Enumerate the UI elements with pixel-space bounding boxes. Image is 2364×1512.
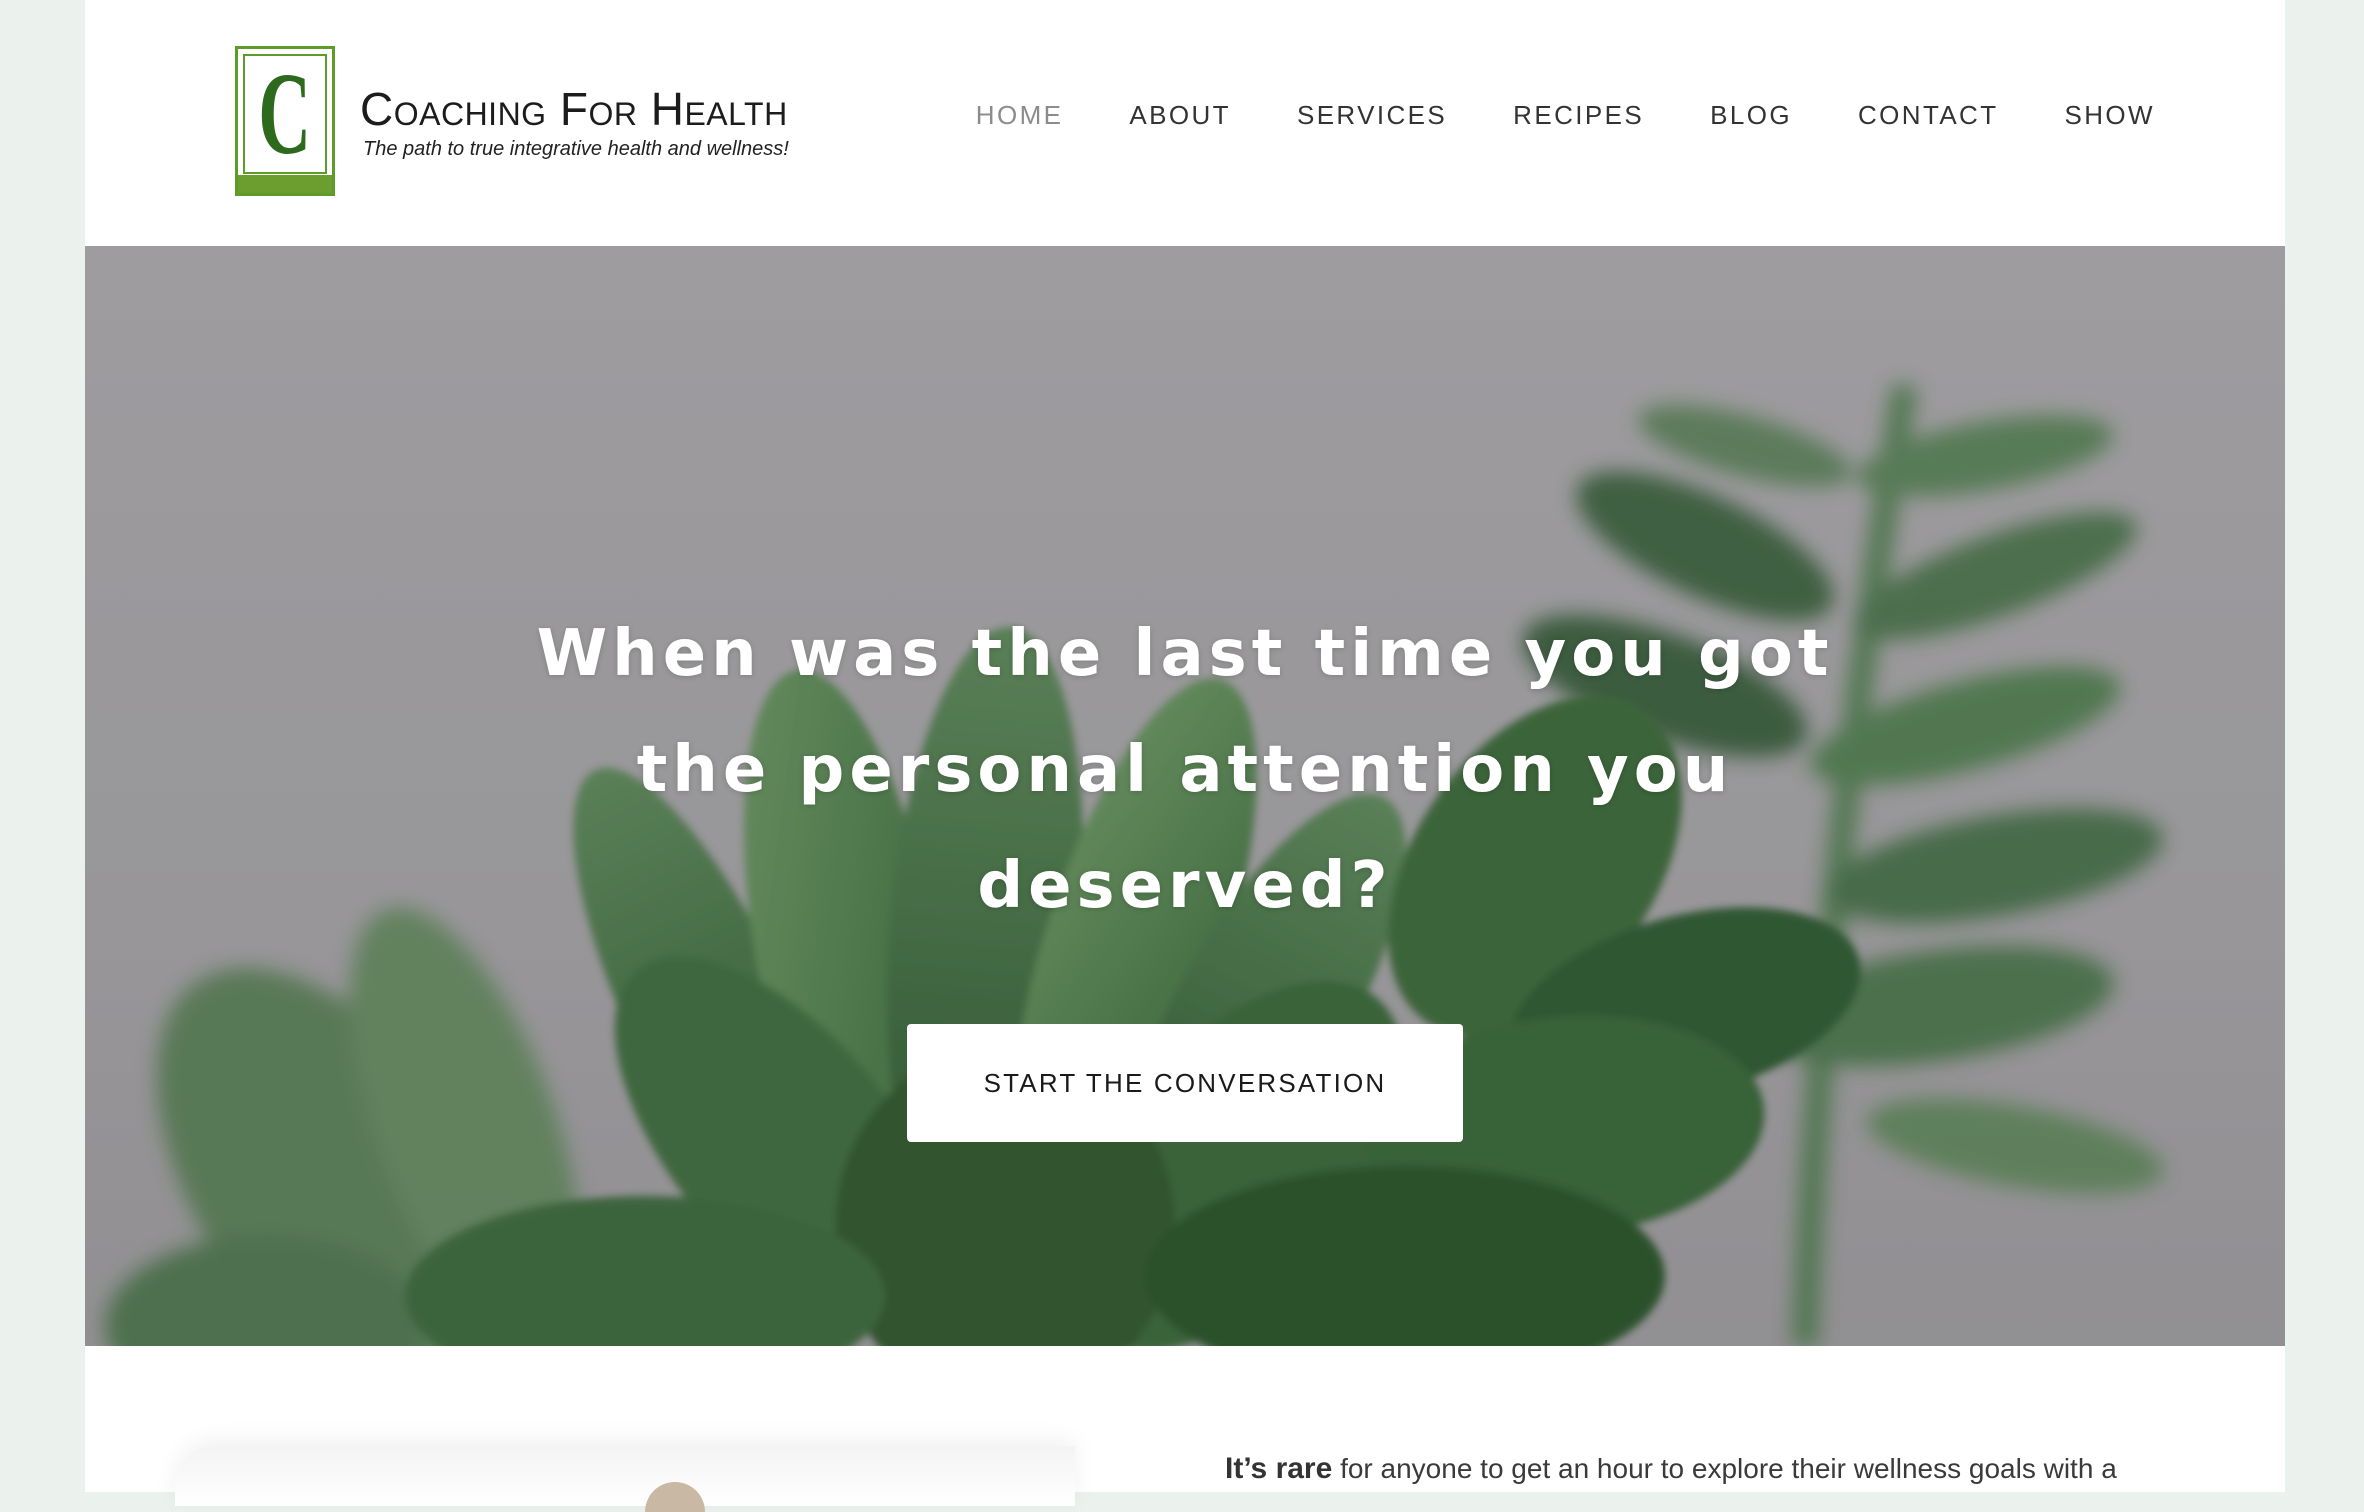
hero-content: When was the last time you got the perso… xyxy=(85,596,2285,1142)
logo-mark-bar xyxy=(238,175,332,193)
start-conversation-button[interactable]: START THE CONVERSATION xyxy=(907,1024,1463,1142)
intro-lead: It’s rare xyxy=(1225,1452,1333,1485)
logo-letter: C xyxy=(258,48,312,179)
nav-item-services[interactable]: SERVICES xyxy=(1297,100,1447,131)
nav-item-home[interactable]: HOME xyxy=(976,100,1064,131)
site-header: C Coaching For Health The path to true i… xyxy=(85,0,2285,246)
nav-item-show[interactable]: SHOW xyxy=(2065,100,2155,131)
intro-paragraph: It’s rare for anyone to get an hour to e… xyxy=(1225,1452,2225,1486)
logo-mark-icon: C xyxy=(235,46,335,196)
nav-item-about[interactable]: ABOUT xyxy=(1129,100,1231,131)
page-frame: C Coaching For Health The path to true i… xyxy=(85,0,2285,1512)
intro-photo xyxy=(175,1446,1075,1506)
hero-banner: When was the last time you got the perso… xyxy=(85,246,2285,1346)
nav-item-contact[interactable]: CONTACT xyxy=(1858,100,1999,131)
hero-headline: When was the last time you got the perso… xyxy=(536,617,1834,923)
site-logo[interactable]: C Coaching For Health The path to true i… xyxy=(235,46,885,196)
intro-text: for anyone to get an hour to explore the… xyxy=(1332,1453,2117,1484)
intro-section: It’s rare for anyone to get an hour to e… xyxy=(85,1346,2285,1512)
logo-name: Coaching For Health xyxy=(360,83,788,135)
logo-tagline: The path to true integrative health and … xyxy=(363,138,789,160)
nav-item-recipes[interactable]: RECIPES xyxy=(1513,100,1644,131)
logo-mark-frame: C xyxy=(243,54,327,174)
nav-item-blog[interactable]: BLOG xyxy=(1710,100,1792,131)
main-nav: HOME ABOUT SERVICES RECIPES BLOG CONTACT… xyxy=(910,100,2155,131)
